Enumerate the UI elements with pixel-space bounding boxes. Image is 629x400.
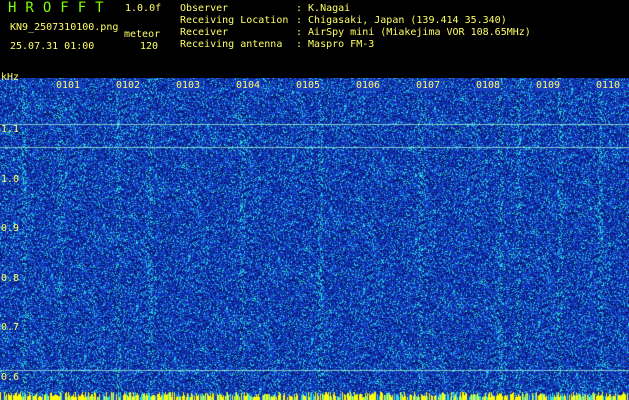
meteor-count: 120 bbox=[140, 41, 159, 52]
y-tick-label: 0.8 bbox=[1, 273, 20, 284]
receiver-value: : AirSpy mini (Miakejima VOR 108.65MHz) bbox=[296, 27, 531, 38]
y-tick-label: 0.6 bbox=[1, 372, 20, 383]
x-tick-label: 0105 bbox=[295, 80, 322, 91]
filename-label: KN9_2507310100.png bbox=[10, 22, 119, 33]
y-axis-unit: kHz bbox=[1, 72, 20, 83]
observer-value: : K.Nagai bbox=[296, 3, 351, 14]
meteor-label: meteor bbox=[124, 29, 161, 40]
x-tick-label: 0109 bbox=[535, 80, 562, 91]
x-tick-label: 0107 bbox=[415, 80, 442, 91]
version-label: 1.0.0f bbox=[125, 3, 162, 14]
app-title: HROFFT bbox=[8, 0, 113, 16]
x-tick-label: 0101 bbox=[55, 80, 82, 91]
x-tick-label: 0103 bbox=[175, 80, 202, 91]
antenna-value: : Maspro FM-3 bbox=[296, 39, 375, 50]
observer-label: Observer bbox=[180, 3, 229, 14]
x-tick-label: 0108 bbox=[475, 80, 502, 91]
x-tick-label: 0102 bbox=[115, 80, 142, 91]
x-tick-label: 0104 bbox=[235, 80, 262, 91]
y-tick-label: 1.1 bbox=[1, 124, 20, 135]
datetime-label: 25.07.31 01:00 bbox=[10, 41, 95, 52]
x-tick-label: 0106 bbox=[355, 80, 382, 91]
antenna-label: Receiving antenna bbox=[180, 39, 283, 50]
y-tick-label: 0.7 bbox=[1, 322, 20, 333]
y-tick-label: 0.9 bbox=[1, 223, 20, 234]
y-tick-label: 1.0 bbox=[1, 174, 20, 185]
location-value: : Chigasaki, Japan (139.414 35.340) bbox=[296, 15, 507, 26]
header: HROFFT 1.0.0f KN9_2507310100.png meteor … bbox=[0, 0, 629, 78]
receiver-label: Receiver bbox=[180, 27, 229, 38]
x-tick-label: 0110 bbox=[595, 80, 622, 91]
spectrogram-canvas bbox=[0, 78, 629, 400]
location-label: Receiving Location bbox=[180, 15, 289, 26]
